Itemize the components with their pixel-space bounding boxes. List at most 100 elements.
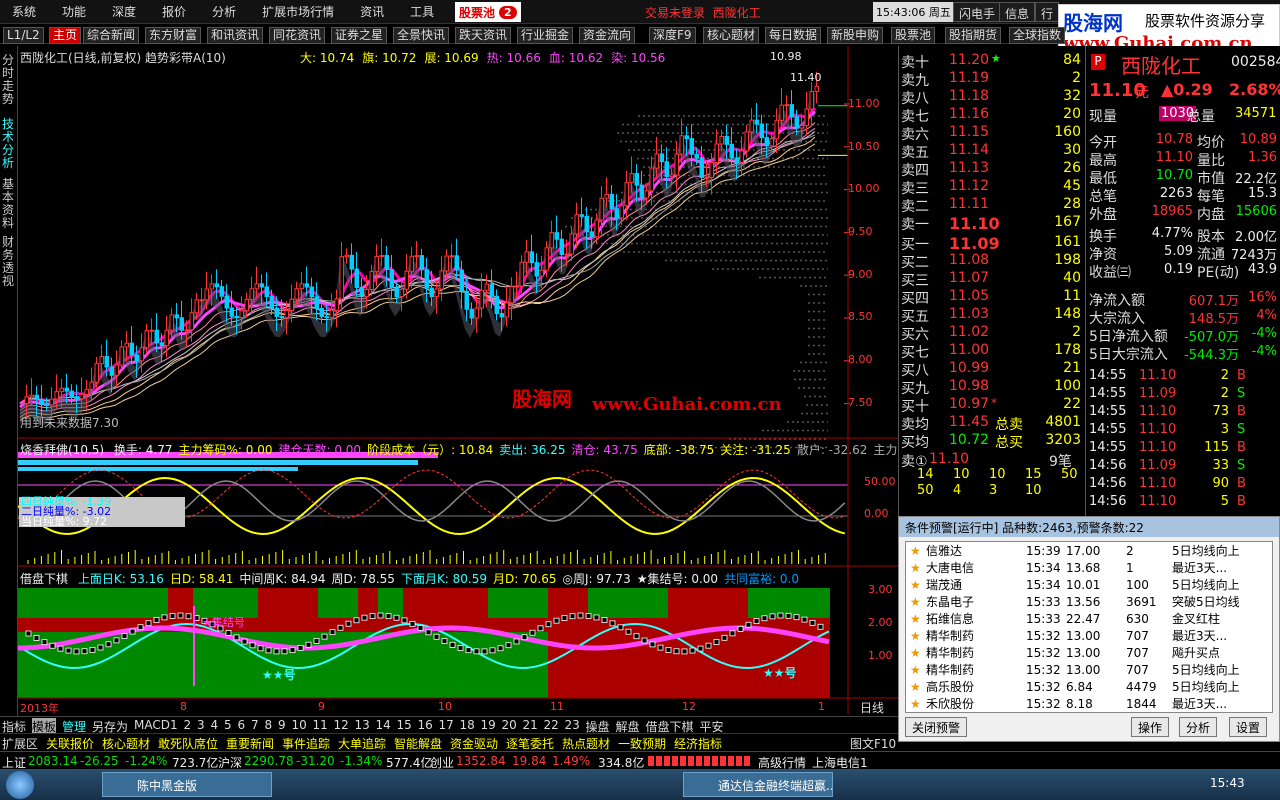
function-tab[interactable]: 一致预期 — [618, 735, 666, 752]
menu-info[interactable]: 资讯 — [360, 3, 398, 20]
indicator-tab[interactable]: 10 — [292, 718, 307, 732]
indicator-tab[interactable]: 8 — [265, 718, 273, 732]
candle-body — [799, 125, 804, 129]
taskbar-app-2[interactable]: 通达信金融终端超赢... — [683, 772, 833, 797]
indicator-tab[interactable]: 18 — [460, 718, 475, 732]
tab-jiutian[interactable]: 跌天资讯 — [455, 27, 512, 44]
function-tab[interactable]: 经济指标 — [674, 735, 722, 752]
menu-analysis[interactable]: 分析 — [212, 3, 250, 20]
tab-home[interactable]: 主页 — [49, 27, 82, 44]
function-tab[interactable]: 资金驱动 — [450, 735, 498, 752]
alert-row[interactable]: ★ 精华制药 15:32 13.00 707 最近3天... — [906, 627, 1272, 644]
indicator-tab[interactable]: 15 — [397, 718, 412, 732]
function-tab[interactable]: 智能解盘 — [394, 735, 442, 752]
indicator-tab[interactable]: 11 — [313, 718, 328, 732]
candle-body — [779, 104, 784, 121]
function-tab[interactable]: 重要新闻 — [226, 735, 274, 752]
tab-ipo[interactable]: 新股申购 — [827, 27, 884, 44]
tab-global[interactable]: 全球指数 — [1009, 27, 1066, 44]
indicator-tab[interactable]: 19 — [481, 718, 496, 732]
function-tab[interactable]: 大单追踪 — [338, 735, 386, 752]
tab-daily-data[interactable]: 每日数据 — [765, 27, 822, 44]
function-tab[interactable]: 关联报价 — [46, 735, 94, 752]
alert-row[interactable]: ★ 精华制药 15:32 13.00 707 飚升买点 — [906, 644, 1272, 661]
menu-tools[interactable]: 工具 — [410, 3, 448, 20]
function-tab[interactable]: 扩展区 — [2, 735, 38, 752]
tab-financials[interactable]: 财务透视 — [2, 236, 16, 288]
tab-core-topic[interactable]: 核心题材 — [703, 27, 760, 44]
tab-panorama[interactable]: 全景快讯 — [393, 27, 450, 44]
indicator-tab[interactable]: 16 — [418, 718, 433, 732]
alert-row[interactable]: ★ 东晶电子 15:33 13.56 3691 突破5日均线 — [906, 593, 1272, 610]
tab-stock-pool[interactable]: 股票池 — [891, 27, 936, 44]
tab-hexun[interactable]: 和讯资讯 — [207, 27, 264, 44]
tab-stockstar[interactable]: 证券之星 — [331, 27, 388, 44]
market-button[interactable]: 行 — [1035, 2, 1060, 22]
alert-row[interactable]: ★ 高乐股份 15:32 6.84 4479 5日均线向上 — [906, 678, 1272, 695]
function-tab[interactable]: 事件追踪 — [282, 735, 330, 752]
period-label[interactable]: 日线 — [860, 699, 884, 716]
menu-ext-market[interactable]: 扩展市场行情 — [262, 3, 348, 20]
alert-row[interactable]: ★ 精华制药 15:32 13.00 707 5日均线向上 — [906, 661, 1272, 678]
tab-technical[interactable]: 技术分析 — [2, 118, 16, 170]
avg-sell: 11.45 — [949, 414, 990, 430]
indicator-tab[interactable]: 2 — [184, 718, 192, 732]
tab-futures[interactable]: 股指期货 — [945, 27, 1002, 44]
tab-news[interactable]: 综合新闻 — [83, 27, 140, 44]
indicator-tab[interactable]: MACD — [134, 718, 170, 732]
indicator-tab[interactable]: 9 — [278, 718, 286, 732]
function-tab[interactable]: 敢死队席位 — [158, 735, 218, 752]
tab-eastmoney[interactable]: 东方财富 — [145, 27, 202, 44]
flash-trade-button[interactable]: 闪电手 — [953, 2, 1002, 22]
settings-button[interactable]: 设置 — [1229, 717, 1268, 737]
operate-button[interactable]: 操作 — [1131, 717, 1170, 737]
alert-cell: 最近3天... — [1172, 561, 1228, 575]
taskbar-app-1[interactable]: 陈中黑金版 — [102, 772, 272, 797]
indicator-tab[interactable]: 14 — [376, 718, 391, 732]
tab-f9[interactable]: 深度F9 — [649, 27, 696, 44]
indicator-tab[interactable]: 17 — [439, 718, 454, 732]
indicator-tab[interactable]: 13 — [355, 718, 370, 732]
indicator-tab[interactable]: 3 — [197, 718, 205, 732]
menu-system[interactable]: 系统 — [12, 3, 50, 20]
alert-row[interactable]: ★ 瑞茂通 15:34 10.01 100 5日均线向上 — [906, 576, 1272, 593]
alert-row[interactable]: ★ 拓维信息 15:33 22.47 630 金叉红柱 — [906, 610, 1272, 627]
analyze-button[interactable]: 分析 — [1179, 717, 1218, 737]
tab-fundamentals[interactable]: 基本资料 — [2, 178, 16, 230]
ind2-marker — [129, 628, 136, 635]
indicator-tab[interactable]: 23 — [565, 718, 580, 732]
info-button[interactable]: 信息 — [999, 2, 1036, 22]
function-tab[interactable]: 逐笔委托 — [506, 735, 554, 752]
menu-function[interactable]: 功能 — [62, 3, 100, 20]
indicator-tab[interactable]: 1 — [170, 718, 178, 732]
tab-l1l2[interactable]: L1/L2 — [3, 27, 44, 44]
menu-depth[interactable]: 深度 — [112, 3, 150, 20]
tab-ths[interactable]: 同花资讯 — [269, 27, 326, 44]
indicator-tab[interactable]: 6 — [238, 718, 246, 732]
indicator-tab[interactable]: 5 — [224, 718, 232, 732]
indicator-tab[interactable]: 12 — [334, 718, 349, 732]
indicator-tab[interactable]: 20 — [502, 718, 517, 732]
tab-industry[interactable]: 行业掘金 — [517, 27, 574, 44]
tab-fundflow[interactable]: 资金流向 — [579, 27, 636, 44]
indicator-tab[interactable]: 21 — [523, 718, 538, 732]
alert-row[interactable]: ★ 大唐电信 15:34 13.68 1 最近3天... — [906, 559, 1272, 576]
kline-chart[interactable] — [18, 46, 898, 714]
flow-value: -544.3万 — [1184, 348, 1239, 363]
ind2-marker — [665, 647, 672, 653]
function-tab[interactable]: 热点题材 — [562, 735, 610, 752]
start-button-icon[interactable] — [6, 771, 34, 799]
tab-intraday[interactable]: 分时走势 — [2, 54, 16, 106]
function-tab[interactable]: 图文F10 — [850, 735, 896, 752]
menu-quote[interactable]: 报价 — [162, 3, 200, 20]
cy-pct: 1.49% — [552, 754, 591, 768]
function-tab[interactable]: 核心题材 — [102, 735, 150, 752]
ask-volume: 30 — [1063, 142, 1081, 158]
indicator-tab[interactable]: 7 — [251, 718, 259, 732]
alert-row[interactable]: ★ 信雅达 15:39 17.00 2 5日均线向上 — [906, 542, 1272, 559]
alert-row[interactable]: ★ 禾欣股份 15:32 8.18 1844 最近3天... — [906, 695, 1272, 712]
indicator-tab[interactable]: 4 — [211, 718, 219, 732]
close-alert-button[interactable]: 关闭预警 — [905, 717, 968, 737]
stock-pool-button[interactable]: 股票池 2 — [455, 2, 521, 22]
indicator-tab[interactable]: 22 — [544, 718, 559, 732]
